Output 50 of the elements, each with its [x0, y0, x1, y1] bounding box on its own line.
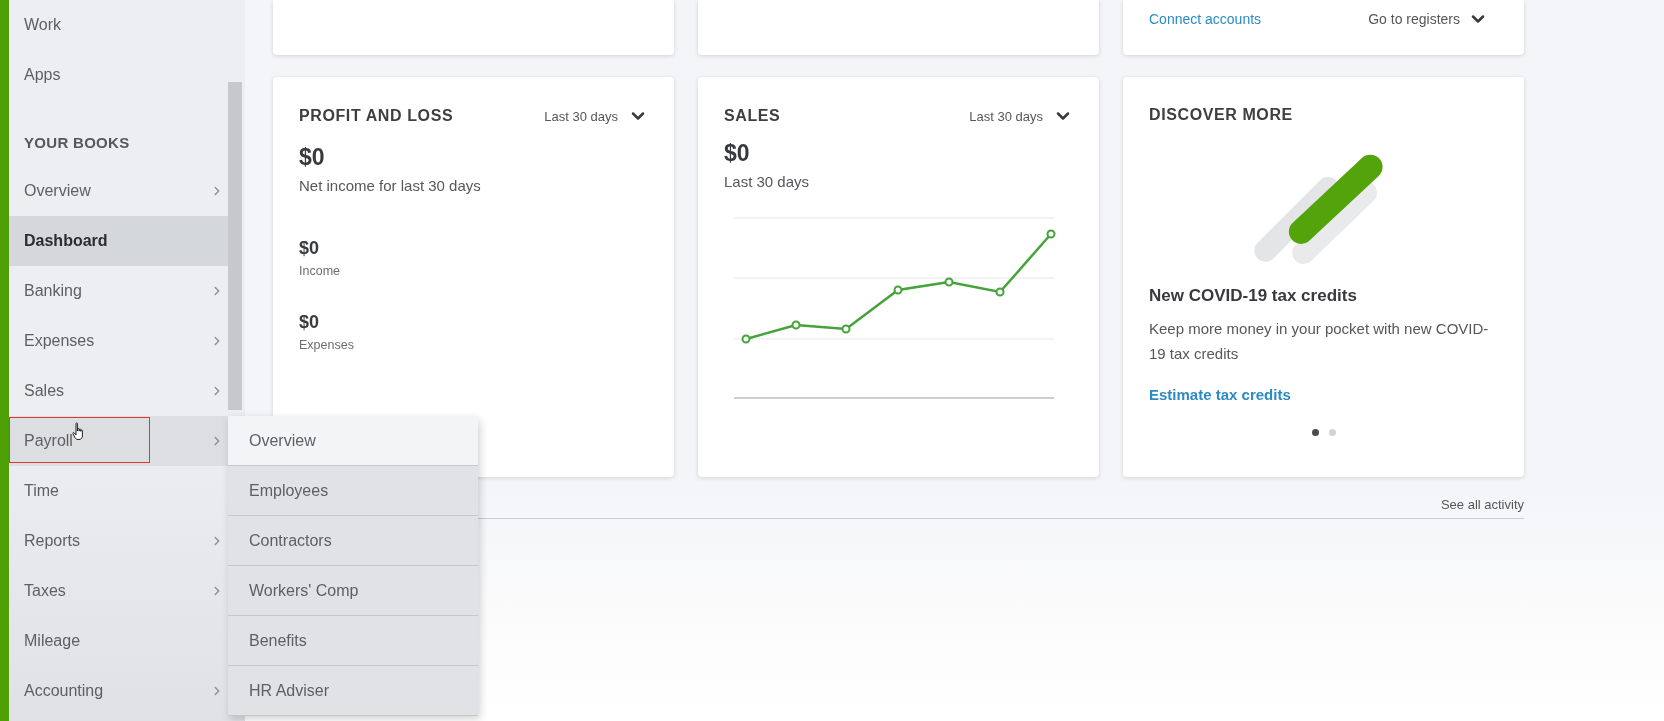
data-point	[741, 334, 751, 344]
data-point	[893, 285, 903, 295]
estimate-tax-credits-link[interactable]: Estimate tax credits	[1149, 386, 1498, 403]
pager-dot[interactable]	[1328, 429, 1336, 436]
data-point	[944, 277, 954, 287]
sidebar-item[interactable]: Taxes	[9, 566, 228, 616]
submenu-item[interactable]: Employees	[228, 466, 478, 516]
sidebar-item[interactable]: Apps	[9, 50, 228, 100]
period-dropdown[interactable]: Last 30 days	[544, 106, 648, 126]
data-point	[841, 324, 851, 334]
registers-dropdown[interactable]: Go to registers	[1368, 9, 1488, 29]
sales-amount: $0	[724, 140, 751, 167]
sidebar-item[interactable]: Time	[9, 466, 228, 516]
submenu-item[interactable]: Benefits	[228, 616, 478, 666]
data-point	[791, 320, 801, 330]
metric-label: Income	[299, 264, 340, 278]
submenu-item[interactable]: HR Adviser	[228, 666, 478, 716]
section-heading: YOUR BOOKS	[23, 132, 131, 153]
period-dropdown[interactable]: Last 30 days	[969, 106, 1073, 126]
see-all-activity-link[interactable]: See all activity	[1440, 497, 1524, 512]
card-title: PROFIT AND LOSS	[299, 107, 454, 125]
hand-cursor-icon	[72, 422, 86, 442]
sidebar-item[interactable]: Reports	[9, 516, 228, 566]
sidebar-item[interactable]: Work	[9, 0, 228, 50]
card-title: DISCOVER MORE	[1149, 106, 1293, 124]
submenu-item[interactable]: Contractors	[228, 516, 478, 566]
data-point	[1046, 229, 1056, 239]
metric-value: $0	[299, 312, 320, 333]
metric-label: Expenses	[299, 338, 354, 352]
submenu-item[interactable]: Overview	[228, 416, 478, 466]
sidebar-item[interactable]: Accounting	[9, 666, 228, 716]
sidebar-item[interactable]: Mileage	[9, 616, 228, 666]
submenu-item[interactable]: Workers' Comp	[228, 566, 478, 616]
sales-caption: Last 30 days	[724, 173, 811, 190]
sidebar-item[interactable]: Overview	[9, 166, 228, 216]
net-income-amount: $0	[299, 144, 326, 171]
promo-description: Keep more money in your pocket with new COVID-19 tax credits	[1149, 319, 1489, 364]
card-title: SALES	[724, 107, 781, 125]
sidebar-item[interactable]: Dashboard	[9, 216, 228, 266]
sidebar-item[interactable]: Banking	[9, 266, 228, 316]
net-income-caption: Net income for last 30 days	[299, 177, 482, 194]
sidebar-item[interactable]: Sales	[9, 366, 228, 416]
sidebar-item[interactable]: Expenses	[9, 316, 228, 366]
connect-accounts-link[interactable]: Connect accounts	[1149, 11, 1262, 27]
pager-dot[interactable]	[1311, 429, 1319, 436]
sidebar-item[interactable]: Payroll	[9, 416, 228, 466]
metric-value: $0	[299, 238, 320, 259]
promo-headline: New COVID-19 tax credits	[1149, 286, 1358, 306]
data-point	[995, 287, 1005, 297]
scrollbar-thumb[interactable]	[228, 82, 242, 410]
